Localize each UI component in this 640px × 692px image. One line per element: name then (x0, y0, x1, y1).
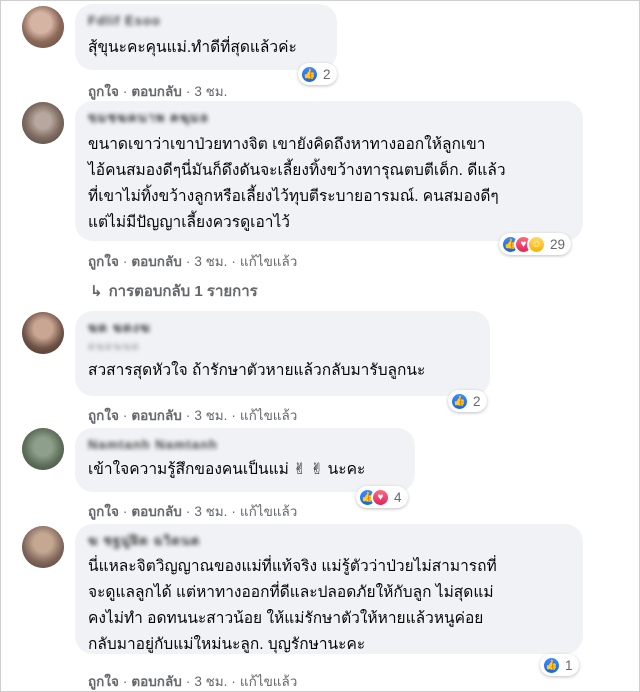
reaction-count: 2 (323, 66, 331, 82)
comment-bubble: Namtanh Namtanh เข้าใจความรู้สึกของคนเป็… (75, 428, 415, 492)
comment-bubble: Fdlif Esoo สุ้ขุนะคะคุนแม่.ทำดีที่สุดแล้… (75, 4, 337, 70)
reply-arrow-icon: ↳ (90, 283, 103, 300)
comment-timestamp[interactable]: 3 ชม. (194, 674, 227, 689)
reaction-summary[interactable]: 👍 ♥ 4 (356, 486, 408, 508)
comment-text-line: กลับมาอยู่กับแม่ใหม่นะลูก. บุญรักษานะคะ (88, 636, 366, 653)
reaction-count: 29 (550, 236, 566, 252)
comment-bubble: ฆ ชฐมู่ฝิด ฉวิดนด นี่แหละจิตวิญญาณของแม่… (75, 524, 583, 654)
reaction-summary[interactable]: 👍 ♥ ☺ 29 (499, 233, 572, 255)
comment-text-line: จะดูแลลูกได้ แต่หาทางออกที่ดีและปลอดภัยใ… (88, 584, 494, 601)
edited-label: แก้ไขแล้ว (239, 408, 298, 423)
view-replies-link[interactable]: ↳ การตอบกลับ 1 รายการ (90, 279, 258, 303)
like-button[interactable]: ถูกใจ (88, 84, 119, 99)
comment-bubble: ขมชฆคนาพ ฅฆุมล ขนาดเขาว่าเขาป่วยทางจิต เ… (75, 101, 583, 241)
like-button[interactable]: ถูกใจ (88, 408, 119, 423)
avatar[interactable] (22, 102, 64, 144)
avatar[interactable] (22, 526, 64, 568)
commenter-name[interactable]: ขมชฆคนาพ ฅฆุมล (88, 109, 570, 127)
commenter-name[interactable]: Fdlif Esoo (88, 12, 324, 30)
comment-timestamp[interactable]: 3 ชม. (194, 504, 227, 519)
like-button[interactable]: ถูกใจ (88, 504, 119, 519)
comment-bubble: ฆด ฆดงฆ ดฆดฆฆด สวสารสุดหัวใจ ถ้ารักษาตัว… (75, 311, 490, 396)
reaction-count: 1 (565, 657, 573, 673)
comment-text-line: ขนาดเขาว่าเขาป่วยทางจิต เขายังคิดถึงหาทา… (88, 136, 486, 153)
avatar[interactable] (22, 312, 64, 354)
comment-text-line: คงไม่ทำ อดทนนะสาวน้อย ให้แม่รักษาตัวให้ห… (88, 610, 484, 627)
love-reaction-icon: ♥ (371, 487, 390, 507)
reaction-summary[interactable]: 👍 1 (540, 654, 579, 676)
reaction-summary[interactable]: 👍 2 (448, 390, 487, 412)
reply-button[interactable]: ตอบกลับ (131, 408, 181, 423)
comment-text-line: แต่ไม่มีปัญญาเลี้ยงควรดูเอาไว้ (88, 214, 290, 231)
comment-text-line: ไอ้คนสมองดีๆนี่มันก็ดึงดันจะเลี้ยงทิ้งขว… (88, 162, 506, 179)
edited-label: แก้ไขแล้ว (239, 504, 298, 519)
commenter-badge: ดฆดฆฆด (88, 341, 140, 353)
reaction-summary[interactable]: 👍 2 (298, 63, 337, 85)
comment-timestamp[interactable]: 3 ชม. (194, 84, 227, 99)
comment-text-line: ที่เขาไม่ทิ้งขว้างลูกหรือเลี้ยงไว้ทุบตีร… (88, 188, 499, 205)
reply-button[interactable]: ตอบกลับ (131, 674, 181, 689)
commenter-name[interactable]: ฆ ชฐมู่ฝิด ฉวิดนด (88, 532, 570, 550)
edited-label: แก้ไขแล้ว (239, 254, 298, 269)
commenter-name[interactable]: Namtanh Namtanh (88, 436, 402, 454)
comment-actions: ถูกใจ · ตอบกลับ · 3 ชม. · แก้ไขแล้ว (88, 504, 298, 519)
reply-button[interactable]: ตอบกลับ (131, 254, 181, 269)
comment-timestamp[interactable]: 3 ชม. (194, 254, 227, 269)
comment-text: เข้าใจความรู้สึกของคนเป็นแม่ ✌ ✌ นะคะ (88, 461, 366, 478)
comment-actions: ถูกใจ · ตอบกลับ · 3 ชม. · แก้ไขแล้ว (88, 254, 298, 269)
like-reaction-icon: 👍 (300, 64, 319, 84)
reply-button[interactable]: ตอบกลับ (131, 504, 181, 519)
reaction-count: 4 (394, 489, 402, 505)
like-reaction-icon: 👍 (542, 655, 561, 675)
comment-text: สุ้ขุนะคะคุนแม่.ทำดีที่สุดแล้วค่ะ (88, 39, 297, 56)
edited-label: แก้ไขแล้ว (239, 674, 298, 689)
replies-count-label: การตอบกลับ 1 รายการ (108, 283, 258, 300)
reply-button[interactable]: ตอบกลับ (131, 84, 181, 99)
like-reaction-icon: 👍 (450, 391, 469, 411)
comment-actions: ถูกใจ · ตอบกลับ · 3 ชม. · แก้ไขแล้ว (88, 408, 298, 423)
like-button[interactable]: ถูกใจ (88, 674, 119, 689)
commenter-name[interactable]: ฆด ฆดงฆ (88, 319, 477, 337)
avatar[interactable] (22, 428, 64, 470)
care-reaction-icon: ☺ (527, 234, 546, 254)
reaction-count: 2 (473, 393, 481, 409)
comment-text-line: นี่แหละจิตวิญญาณของแม่ที่แท้จริง แม่รู้ต… (88, 558, 497, 575)
avatar[interactable] (22, 6, 64, 48)
comment-actions: ถูกใจ · ตอบกลับ · 3 ชม. (88, 84, 228, 99)
comment-actions: ถูกใจ · ตอบกลับ · 3 ชม. · แก้ไขแล้ว (88, 674, 298, 689)
comment-text: สวสารสุดหัวใจ ถ้ารักษาตัวหายแล้วกลับมารั… (88, 362, 426, 379)
comment-timestamp[interactable]: 3 ชม. (194, 408, 227, 423)
like-button[interactable]: ถูกใจ (88, 254, 119, 269)
